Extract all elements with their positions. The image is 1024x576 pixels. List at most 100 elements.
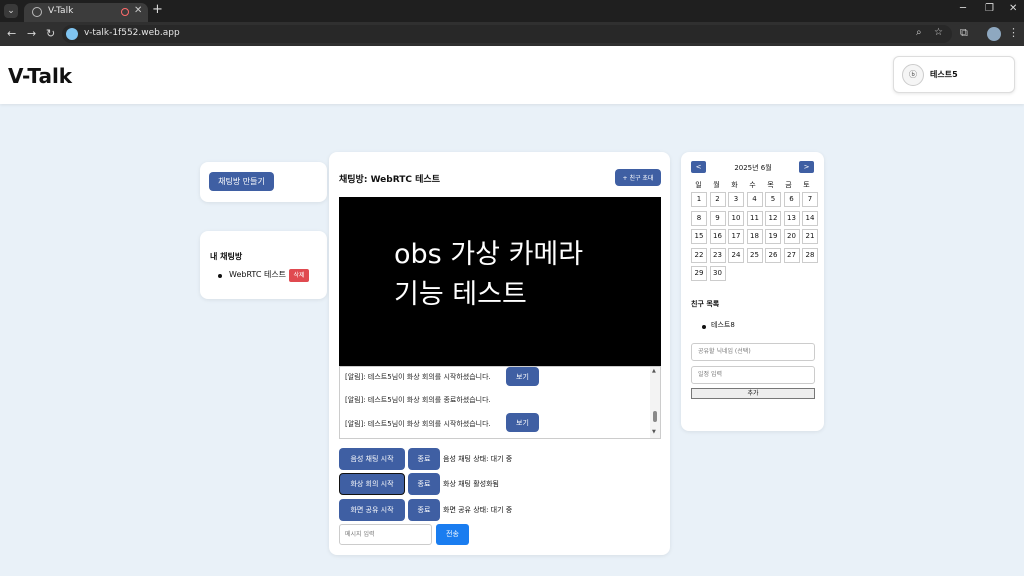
create-room-button[interactable]: 채팅방 만들기	[209, 172, 274, 191]
schedule-input[interactable]: 일정 입력	[691, 366, 815, 384]
chat-log[interactable]: [알림]: 테스트5님이 화상 회의를 시작하셨습니다. 보기 [알림]: 테스…	[339, 366, 661, 439]
zoom-icon[interactable]: ⌕	[916, 27, 922, 38]
calendar-day[interactable]: 24	[728, 247, 744, 263]
weekday-label: 토	[803, 181, 810, 189]
calendar-day[interactable]: 10	[728, 210, 744, 226]
weekday-label: 금	[785, 181, 792, 189]
screen-share-end-button[interactable]: 종료	[408, 499, 440, 521]
weekday-label: 월	[713, 181, 720, 189]
calendar-day[interactable]: 11	[746, 210, 763, 226]
calendar-day[interactable]: 22	[691, 247, 707, 263]
my-rooms-title: 내 채팅방	[210, 252, 243, 261]
browser-menu-icon[interactable]: ⋮	[1008, 26, 1019, 39]
voice-chat-status: 음성 채팅 상태: 대기 중	[443, 455, 513, 463]
minimize-icon[interactable]: ─	[960, 3, 966, 14]
voice-chat-end-button[interactable]: 종료	[408, 448, 440, 470]
tab-favicon-icon	[32, 7, 42, 17]
calendar-day[interactable]: 13	[783, 210, 800, 226]
back-icon[interactable]: ←	[7, 27, 16, 40]
screen-share-start-button[interactable]: 화면 공유 시작	[339, 499, 405, 521]
calendar-day[interactable]: 8	[691, 210, 707, 226]
calendar-day[interactable]: 21	[802, 229, 818, 244]
voice-chat-start-button[interactable]: 음성 채팅 시작	[339, 448, 405, 470]
restore-icon[interactable]: ❐	[985, 3, 994, 14]
add-schedule-button[interactable]: 추가	[691, 388, 815, 399]
chat-room-title: 채팅방: WebRTC 테스트	[339, 175, 440, 185]
chat-log-scrollbar[interactable]: ▲ ▼	[650, 367, 660, 438]
window-close-icon[interactable]: ✕	[1009, 3, 1017, 14]
profile-avatar-icon[interactable]	[987, 27, 1001, 41]
new-tab-icon[interactable]: +	[152, 2, 163, 17]
url-text: v-talk-1f552.web.app	[84, 28, 180, 38]
scroll-down-icon[interactable]: ▼	[652, 429, 656, 435]
video-feed: obs 가상 카메라 기능 테스트	[339, 197, 661, 366]
calendar-day[interactable]: 19	[765, 229, 781, 244]
calendar-day[interactable]: 15	[691, 229, 707, 244]
calendar-day[interactable]: 25	[746, 247, 763, 263]
calendar-day[interactable]: 5	[765, 192, 781, 207]
forward-icon[interactable]: →	[27, 27, 36, 40]
weekday-label: 수	[749, 181, 756, 189]
calendar-day[interactable]: 16	[709, 229, 726, 244]
calendar-day[interactable]: 2	[709, 192, 726, 207]
next-month-button[interactable]: >	[799, 161, 814, 173]
nickname-input[interactable]: 공유할 닉네임 (선택)	[691, 343, 815, 361]
friend-item[interactable]: 테스트8	[711, 320, 735, 330]
user-name: 테스트5	[930, 70, 958, 79]
calendar-day[interactable]: 3	[728, 192, 744, 207]
video-content: obs 가상 카메라 기능 테스트	[394, 235, 583, 315]
site-info-icon[interactable]	[66, 28, 78, 40]
calendar-day[interactable]: 17	[728, 229, 744, 244]
invite-friend-button[interactable]: + 친구 초대	[615, 169, 661, 186]
tab-title: V-Talk	[48, 6, 74, 16]
calendar-day[interactable]: 23	[709, 247, 726, 263]
browser-address-bar: ← → ↻ v-talk-1f552.web.app ⌕ ☆ ⧉ ⋮	[0, 22, 1024, 46]
calendar-day[interactable]: 7	[802, 192, 818, 207]
room-item-webrtc[interactable]: WebRTC 테스트	[229, 269, 286, 280]
recording-indicator-icon	[121, 8, 129, 16]
tab-close-icon[interactable]: ✕	[134, 5, 142, 16]
reload-icon[interactable]: ↻	[46, 27, 55, 40]
view-button[interactable]: 보기	[506, 367, 539, 386]
calendar-day[interactable]: 14	[802, 210, 818, 226]
bookmark-star-icon[interactable]: ☆	[934, 27, 943, 38]
calendar-day[interactable]: 9	[709, 210, 726, 226]
calendar-day[interactable]: 28	[802, 247, 818, 263]
calendar-day[interactable]: 29	[691, 266, 707, 281]
video-call-start-button[interactable]: 화상 회의 시작	[339, 473, 405, 495]
app-header: V-Talk ⓑ 테스트5	[0, 46, 1024, 104]
calendar-day[interactable]: 20	[783, 229, 800, 244]
calendar-day[interactable]: 30	[709, 266, 726, 281]
video-text-line-2: 기능 테스트	[394, 279, 527, 310]
video-call-end-button[interactable]: 종료	[408, 473, 440, 495]
user-profile-card[interactable]: ⓑ 테스트5	[893, 56, 1015, 93]
friend-list-title: 친구 목록	[691, 300, 720, 308]
log-message: [알림]: 테스트5님이 화상 회의를 시작하셨습니다.	[345, 420, 491, 428]
calendar-day[interactable]: 12	[765, 210, 781, 226]
browser-tab[interactable]: V-Talk ✕	[24, 3, 148, 22]
video-call-status: 화상 채팅 활성화됨	[443, 480, 499, 488]
scroll-up-icon[interactable]: ▲	[652, 368, 656, 374]
user-avatar: ⓑ	[902, 64, 924, 86]
scroll-thumb[interactable]	[653, 411, 657, 422]
browser-tab-bar: ⌄ V-Talk ✕ + ─ ❐ ✕	[0, 0, 1024, 22]
send-button[interactable]: 전송	[436, 524, 469, 545]
calendar-day[interactable]: 26	[765, 247, 781, 263]
delete-room-button[interactable]: 삭제	[289, 269, 309, 282]
extensions-icon[interactable]: ⧉	[960, 26, 968, 40]
view-button[interactable]: 보기	[506, 413, 539, 432]
calendar-day[interactable]: 6	[783, 192, 800, 207]
url-field[interactable]: v-talk-1f552.web.app ⌕ ☆	[62, 25, 952, 43]
calendar-day[interactable]: 4	[746, 192, 763, 207]
list-bullet	[702, 325, 706, 329]
message-input[interactable]: 메시지 입력	[339, 524, 432, 545]
screen-share-status: 화면 공유 상태: 대기 중	[443, 506, 513, 514]
calendar-day[interactable]: 18	[746, 229, 763, 244]
calendar-day[interactable]: 27	[783, 247, 800, 263]
app-logo[interactable]: V-Talk	[8, 64, 72, 88]
weekday-label: 목	[767, 181, 774, 189]
chat-panel: 채팅방: WebRTC 테스트 + 친구 초대 obs 가상 카메라 기능 테스…	[329, 152, 670, 555]
tab-search-icon[interactable]: ⌄	[4, 4, 18, 18]
weekday-label: 화	[731, 181, 738, 189]
calendar-day[interactable]: 1	[691, 192, 707, 207]
